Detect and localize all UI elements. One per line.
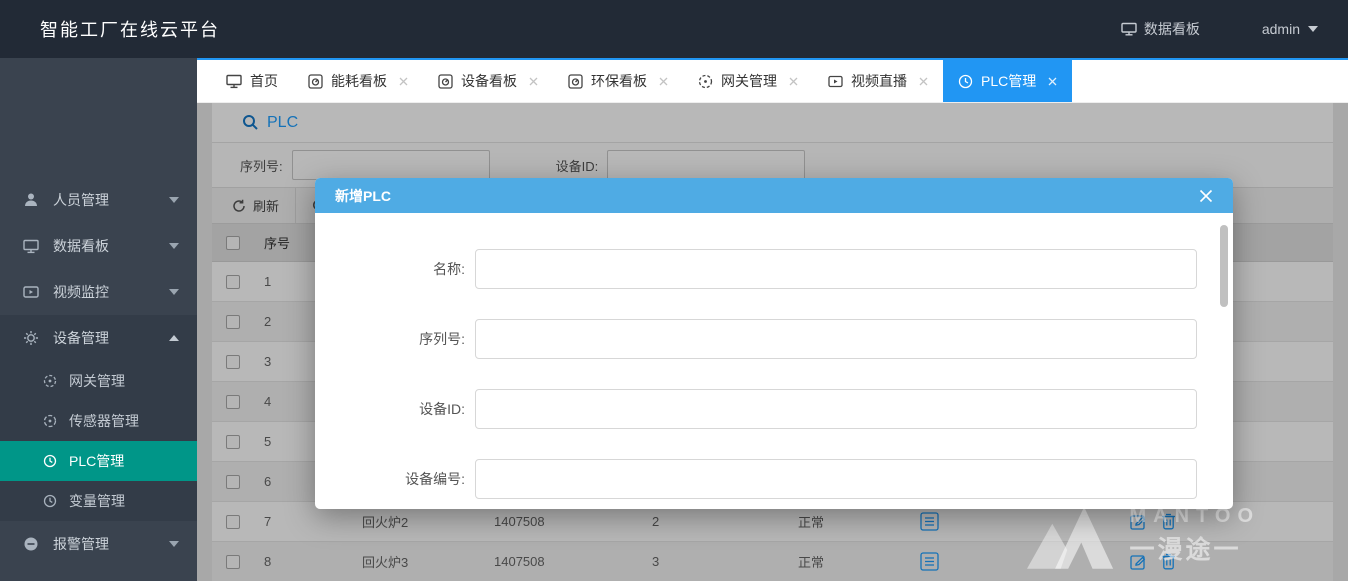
modal-device-id-label: 设备ID: <box>315 399 475 419</box>
watermark-line2: 一漫途一 <box>1129 530 1260 566</box>
modal-name-label: 名称: <box>315 259 475 279</box>
modal-body: 名称: 序列号: 设备ID: 设备编号: <box>315 213 1233 509</box>
sensor-icon <box>42 414 58 428</box>
dashboard-icon <box>308 74 323 89</box>
sidebar-item-label: 变量管理 <box>69 491 125 511</box>
sidebar-item-label: 数据看板 <box>53 236 109 256</box>
mantoo-watermark: MANTOO 一漫途一 <box>1027 499 1260 571</box>
tab-live-video[interactable]: 视频直播 <box>813 60 943 102</box>
mantoo-logo-icon <box>1027 499 1115 571</box>
tab-label: 环保看板 <box>591 71 647 91</box>
tab-plc[interactable]: PLC管理 <box>943 60 1072 102</box>
modal-name-input[interactable] <box>475 249 1197 289</box>
monitor-icon <box>226 74 242 89</box>
close-tab-icon[interactable] <box>789 77 798 86</box>
chevron-down-icon <box>169 541 179 547</box>
sidebar-item-label: PLC管理 <box>69 451 124 471</box>
chevron-down-icon <box>169 243 179 249</box>
username: admin <box>1262 21 1300 37</box>
sidebar-item-sensors[interactable]: 传感器管理 <box>0 401 197 441</box>
monitor-icon <box>1121 22 1137 36</box>
modal-title: 新增PLC <box>335 186 391 206</box>
video-icon <box>22 285 40 299</box>
sidebar: 人员管理 数据看板 视频监控 <box>0 58 197 581</box>
minus-circle-icon <box>22 536 40 552</box>
sidebar-item-gateway[interactable]: 网关管理 <box>0 361 197 401</box>
sidebar-item-label: 传感器管理 <box>69 411 139 431</box>
tab-label: 首页 <box>250 71 278 91</box>
sidebar-item-alarms[interactable]: 报警管理 <box>0 521 197 567</box>
chevron-down-icon <box>1308 26 1318 32</box>
close-tab-icon[interactable] <box>399 77 408 86</box>
close-tab-icon[interactable] <box>529 77 538 86</box>
monitor-icon <box>22 239 40 254</box>
gateway-icon <box>698 74 713 89</box>
modal-device-code-label: 设备编号: <box>315 469 475 489</box>
modal-serial-label: 序列号: <box>315 329 475 349</box>
chevron-up-icon <box>169 335 179 341</box>
clock-icon <box>958 74 973 89</box>
dashboard-icon <box>568 74 583 89</box>
gear-icon <box>22 330 40 346</box>
sidebar-item-dashboard[interactable]: 数据看板 <box>0 223 197 269</box>
tab-label: 设备看板 <box>461 71 517 91</box>
sidebar-item-personnel[interactable]: 人员管理 <box>0 177 197 223</box>
add-plc-modal: 新增PLC 名称: 序列号: 设备ID: <box>315 178 1233 509</box>
sidebar-item-label: 报警管理 <box>53 534 109 554</box>
tab-energy-board[interactable]: 能耗看板 <box>293 60 423 102</box>
sidebar-item-label: 人员管理 <box>53 190 109 210</box>
content-area: PLC 序列号: 设备ID: 刷新 <box>197 103 1348 581</box>
modal-vertical-scrollbar[interactable] <box>1220 225 1228 307</box>
tab-environment-board[interactable]: 环保看板 <box>553 60 683 102</box>
tab-label: 视频直播 <box>851 71 907 91</box>
modal-device-id-input[interactable] <box>475 389 1197 429</box>
tab-device-board[interactable]: 设备看板 <box>423 60 553 102</box>
chevron-down-icon <box>169 289 179 295</box>
sidebar-item-label: 网关管理 <box>69 371 125 391</box>
app-title: 智能工厂在线云平台 <box>40 16 220 42</box>
header-dashboard-link[interactable]: 数据看板 <box>1121 19 1200 39</box>
user-menu[interactable]: admin <box>1262 21 1318 37</box>
modal-header: 新增PLC <box>315 178 1233 213</box>
clock-icon <box>42 454 58 468</box>
close-icon[interactable] <box>1199 189 1213 203</box>
tab-label: 网关管理 <box>721 71 777 91</box>
chevron-down-icon <box>169 197 179 203</box>
modal-serial-input[interactable] <box>475 319 1197 359</box>
video-icon <box>828 75 843 88</box>
dashboard-icon <box>438 74 453 89</box>
close-tab-icon[interactable] <box>1048 77 1057 86</box>
sidebar-item-video[interactable]: 视频监控 <box>0 269 197 315</box>
tab-home[interactable]: 首页 <box>211 60 293 102</box>
sidebar-item-variables[interactable]: 变量管理 <box>0 481 197 521</box>
tab-gateway[interactable]: 网关管理 <box>683 60 813 102</box>
sidebar-item-label: 设备管理 <box>53 328 109 348</box>
sidebar-item-devices[interactable]: 设备管理 <box>0 315 197 361</box>
tab-label: PLC管理 <box>981 71 1036 91</box>
modal-device-code-input[interactable] <box>475 459 1197 499</box>
app-header: 智能工厂在线云平台 数据看板 admin <box>0 0 1348 58</box>
sidebar-item-plc[interactable]: PLC管理 <box>0 441 197 481</box>
clock-icon <box>42 494 58 508</box>
tab-label: 能耗看板 <box>331 71 387 91</box>
close-tab-icon[interactable] <box>659 77 668 86</box>
header-dashboard-label: 数据看板 <box>1144 19 1200 39</box>
tab-bar: 首页 能耗看板 设备看板 <box>197 60 1348 103</box>
user-icon <box>22 192 40 208</box>
sidebar-item-label: 视频监控 <box>53 282 109 302</box>
gateway-icon <box>42 374 58 388</box>
close-tab-icon[interactable] <box>919 77 928 86</box>
